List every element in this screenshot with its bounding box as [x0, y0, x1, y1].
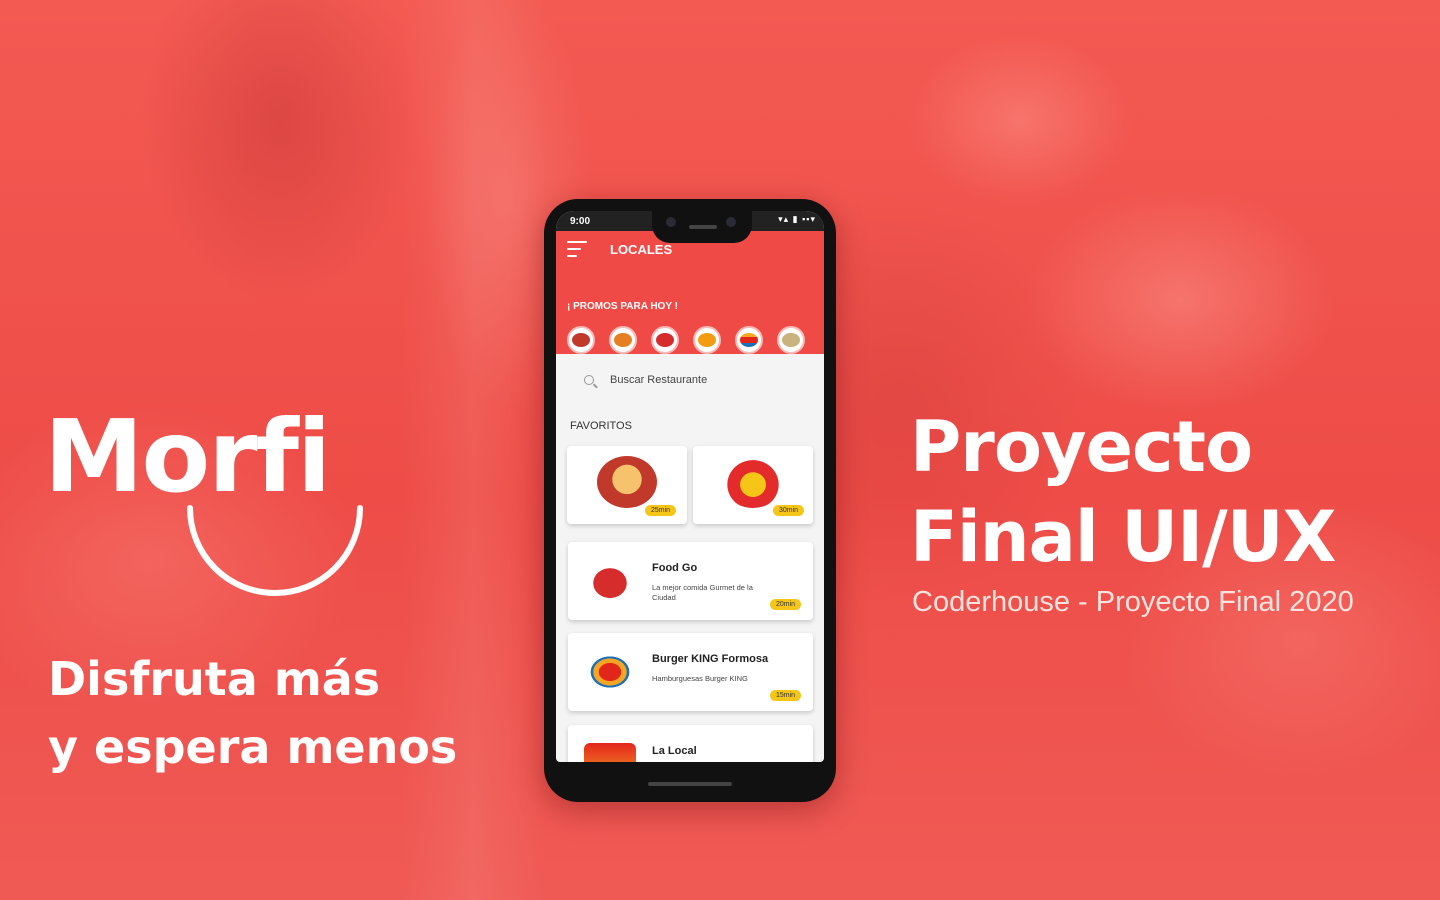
restaurant-name: Burger KING Formosa	[652, 653, 769, 665]
tagline: Disfruta más y espera menos	[48, 645, 457, 781]
restaurant-name: Food Go	[652, 562, 698, 574]
restaurant-name: La Local	[652, 745, 697, 757]
tagline-line-2: y espera menos	[48, 720, 458, 774]
restaurant-description: La mejor comida Gurmet de la Ciudad	[652, 583, 753, 602]
la-local-logo-icon	[584, 743, 636, 762]
status-icons: ▾▴ ▮ ▪▪▾	[778, 214, 816, 224]
restaurant-card[interactable]: Burger KING Formosa Hamburguesas Burger …	[568, 633, 813, 711]
search-icon	[584, 375, 594, 385]
promo-logo-button[interactable]	[777, 326, 805, 354]
camera-icon	[666, 217, 676, 227]
favorites-title: FAVORITOS	[570, 420, 632, 432]
project-subtitle: Coderhouse - Proyecto Final 2020	[912, 586, 1354, 618]
search-input[interactable]: Buscar Restaurante	[610, 374, 707, 386]
hamburger-menu-icon[interactable]	[567, 241, 587, 257]
promo-logo-button[interactable]	[693, 326, 721, 354]
burger-king-logo-icon	[584, 651, 636, 693]
food-go-logo-icon	[584, 560, 636, 602]
project-title-line-2: Final UI/UX	[910, 496, 1337, 578]
delivery-time-badge: 15min	[770, 690, 802, 701]
chef-logo-icon	[597, 456, 657, 508]
project-title-line-1: Proyecto	[910, 406, 1253, 488]
promo-logo-button[interactable]	[609, 326, 637, 354]
delivery-time-badge: 30min	[773, 505, 805, 516]
app-header: LOCALES ¡ PROMOS PARA HOY !	[556, 231, 824, 354]
restaurant-card[interactable]: La Local	[568, 725, 813, 762]
camera-icon	[726, 217, 736, 227]
burger-king-promo-button[interactable]	[735, 326, 763, 354]
tagline-line-1: Disfruta más	[48, 652, 381, 706]
frenchfries-logo-icon	[723, 456, 783, 508]
project-title: Proyecto Final UI/UX	[910, 402, 1337, 582]
promos-title: ¡ PROMOS PARA HOY !	[567, 301, 678, 312]
delivery-time-badge: 20min	[770, 599, 802, 610]
promos-row	[567, 326, 817, 356]
promo-logo-button[interactable]	[651, 326, 679, 354]
status-time: 9:00	[570, 216, 591, 227]
phone-mockup: 9:00 ▾▴ ▮ ▪▪▾ LOCALES ¡ PROMOS PARA HOY …	[544, 199, 836, 802]
search-bar[interactable]: Buscar Restaurante	[570, 369, 810, 395]
phone-screen: 9:00 ▾▴ ▮ ▪▪▾ LOCALES ¡ PROMOS PARA HOY …	[556, 211, 824, 762]
brand-smile-icon	[187, 505, 363, 596]
speaker-icon	[689, 225, 717, 229]
restaurant-description: Hamburguesas Burger KING	[652, 674, 748, 683]
delivery-time-badge: 25min	[645, 505, 677, 516]
favorite-card[interactable]: 25min	[567, 446, 687, 524]
home-indicator	[648, 782, 732, 786]
header-title: LOCALES	[610, 242, 673, 257]
phone-notch	[652, 211, 752, 243]
promo-logo-button[interactable]	[567, 326, 595, 354]
favorite-card[interactable]: 30min	[693, 446, 813, 524]
restaurant-card[interactable]: Food Go La mejor comida Gurmet de la Ciu…	[568, 542, 813, 620]
